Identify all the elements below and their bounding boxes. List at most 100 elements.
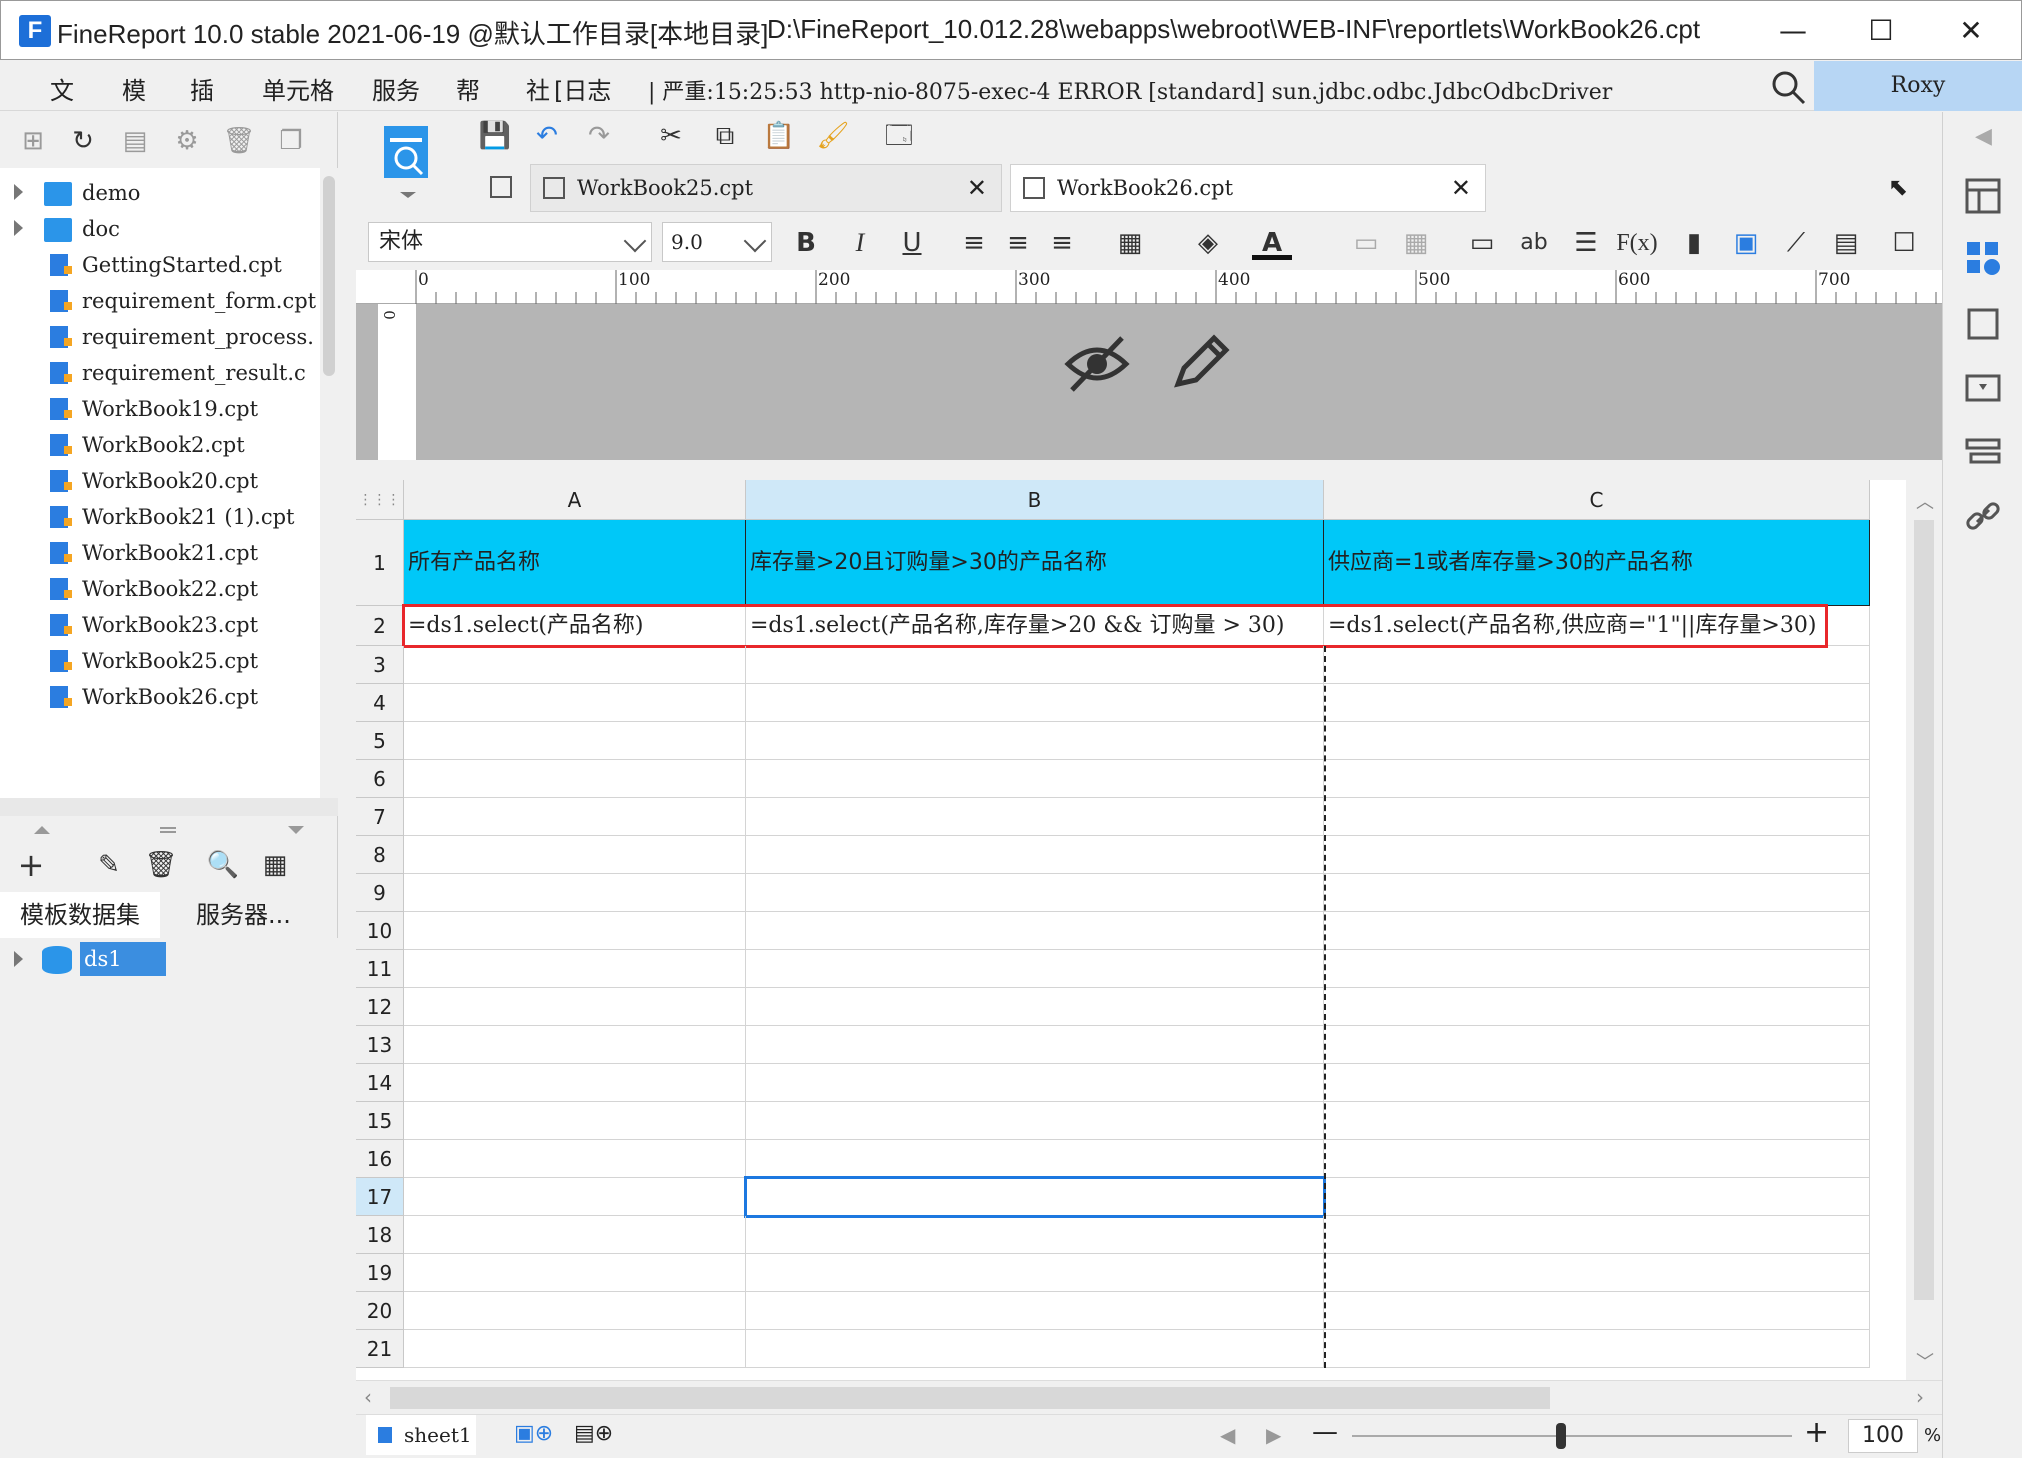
menu-cell[interactable]: 单元格 [262,71,334,106]
tree-item-file[interactable]: requirement_result.c [0,356,320,392]
row-header[interactable]: 3 [356,646,404,684]
grid-cell[interactable] [746,1292,1324,1330]
grid-cell[interactable] [746,988,1324,1026]
tab-workbook26[interactable]: WorkBook26.cpt ✕ [1010,164,1486,212]
grid-cell[interactable] [404,912,746,950]
view-icon[interactable]: ▤ [118,124,152,158]
grid-cell[interactable] [1324,1216,1870,1254]
tree-item-file[interactable]: WorkBook20.cpt [0,464,320,500]
tree-item-file[interactable]: WorkBook22.cpt [0,572,320,608]
tab-menu-icon[interactable]: ⬉ [1888,164,1928,212]
refresh-icon[interactable]: ↻ [66,124,100,158]
collapse-panel-icon[interactable]: ◀ [1975,124,1992,149]
column-header-c[interactable]: C [1324,480,1870,520]
insert-chart-icon[interactable]: ▮ [1674,226,1714,260]
menu-server[interactable]: 服务 [372,71,420,106]
expand-arrow-icon[interactable] [14,220,23,236]
grid-cell[interactable] [404,1330,746,1368]
grid-cell[interactable] [746,836,1324,874]
tree-item-file[interactable]: GettingStarted.cpt [0,248,320,284]
dataset-item-ds1[interactable]: ds1 [0,938,338,980]
scroll-down-icon[interactable]: ﹀ [1916,1348,1934,1374]
close-window-button[interactable]: ✕ [1931,7,2011,55]
column-header-a[interactable]: A [404,480,746,520]
grid-cell[interactable] [1324,950,1870,988]
grid-cell[interactable] [1324,988,1870,1026]
grid-cell[interactable] [1324,1064,1870,1102]
tree-item-demo[interactable]: demo [0,176,320,212]
condition-attribute-icon[interactable] [1963,432,2003,472]
grid-cell[interactable] [1324,1026,1870,1064]
delete-dataset-icon[interactable]: 🗑 [144,848,178,882]
minimize-button[interactable]: — [1753,7,1833,55]
grid-cell[interactable] [746,684,1324,722]
tree-horizontal-scrollbar[interactable] [0,798,338,816]
scroll-thumb[interactable] [1914,520,1934,1300]
settings-icon[interactable]: ⚙ [170,124,204,158]
spreadsheet-grid[interactable]: ⋮⋮⋮ A B C 1 所有产品名称 库存量>20且订购量>30的产品名称 供应商=1… [356,480,1906,1380]
dropdown-widget-icon[interactable] [1963,368,2003,408]
grid-cell[interactable] [404,646,746,684]
grid-cell[interactable]: 供应商=1或者库存量>30的产品名称 [1324,520,1870,606]
grid-cell[interactable] [404,1216,746,1254]
grid-cell[interactable] [404,836,746,874]
row-header[interactable]: 1 [356,520,404,606]
scroll-left-icon[interactable]: ‹ [364,1385,372,1409]
sub-report-icon[interactable]: ▤ [1826,226,1866,260]
grid-cell[interactable] [746,912,1324,950]
tree-item-file[interactable]: WorkBook21 (1).cpt [0,500,320,536]
save-icon[interactable]: 💾 [476,118,514,154]
select-all-corner[interactable]: ⋮⋮⋮ [356,480,404,520]
grid-cell[interactable] [404,684,746,722]
grid-cell[interactable]: 所有产品名称 [404,520,746,606]
scroll-thumb[interactable] [390,1387,1550,1409]
text-field-icon[interactable]: ▭ [1462,226,1502,260]
expand-arrow-icon[interactable] [14,184,23,200]
tab-template-dataset[interactable]: 模板数据集 [0,892,160,938]
grid-cell[interactable]: =ds1.select(产品名称) [404,606,746,646]
grid-cell[interactable] [404,1254,746,1292]
menu-community[interactable]: 社 [526,71,550,106]
row-header[interactable]: 14 [356,1064,404,1102]
grid-cell[interactable] [746,950,1324,988]
user-account[interactable]: Roxy [1814,61,2022,111]
font-family-select[interactable]: 宋体 [368,222,652,262]
scroll-up-icon[interactable]: ︿ [1916,488,1934,514]
grid-cell[interactable] [404,950,746,988]
close-tab-icon[interactable]: ✕ [967,165,987,211]
grid-cell[interactable] [404,760,746,798]
grid-cell[interactable] [404,1140,746,1178]
grid-vertical-scrollbar[interactable]: ︿ ﹀ [1906,480,1942,1380]
grid-cell[interactable] [746,1140,1324,1178]
tree-item-doc[interactable]: doc [0,212,320,248]
grid-cell[interactable]: =ds1.select(产品名称,供应商="1"||库存量>30) [1324,606,1870,646]
fill-color-icon[interactable]: ◈ [1180,226,1236,260]
grid-cell[interactable] [1324,1330,1870,1368]
align-left-icon[interactable]: ≡ [954,226,994,260]
new-folder-icon[interactable]: ⊞ [16,124,50,158]
panel-split-handle[interactable] [0,818,338,842]
copy-icon[interactable]: ⧉ [706,118,744,154]
slash-cell-icon[interactable]: ⟋ [1776,226,1816,260]
tree-item-file[interactable]: WorkBook21.cpt [0,536,320,572]
row-header[interactable]: 2 [356,606,404,646]
dataset-params-icon[interactable]: ▦ [258,848,292,882]
grid-cell[interactable] [1324,684,1870,722]
copy-icon[interactable]: ❐ [274,124,308,158]
align-right-icon[interactable]: ≡ [1042,226,1082,260]
row-header[interactable]: 4 [356,684,404,722]
italic-button[interactable]: I [840,226,880,260]
grid-cell[interactable] [404,1178,746,1216]
grid-cell[interactable] [746,874,1324,912]
row-header[interactable]: 13 [356,1026,404,1064]
sheet-tab[interactable]: sheet1 [366,1415,476,1455]
format-painter-icon[interactable]: 🖌 [814,118,852,154]
hyperlink-icon[interactable] [1963,496,2003,536]
grid-cell[interactable] [404,1026,746,1064]
row-header[interactable]: 12 [356,988,404,1026]
preview-icon[interactable]: 🔍 [206,848,240,882]
column-header-b[interactable]: B [746,480,1324,520]
redo-icon[interactable]: ↷ [580,118,618,154]
split-arrows-icon[interactable] [0,818,338,842]
grid-cell[interactable] [1324,874,1870,912]
